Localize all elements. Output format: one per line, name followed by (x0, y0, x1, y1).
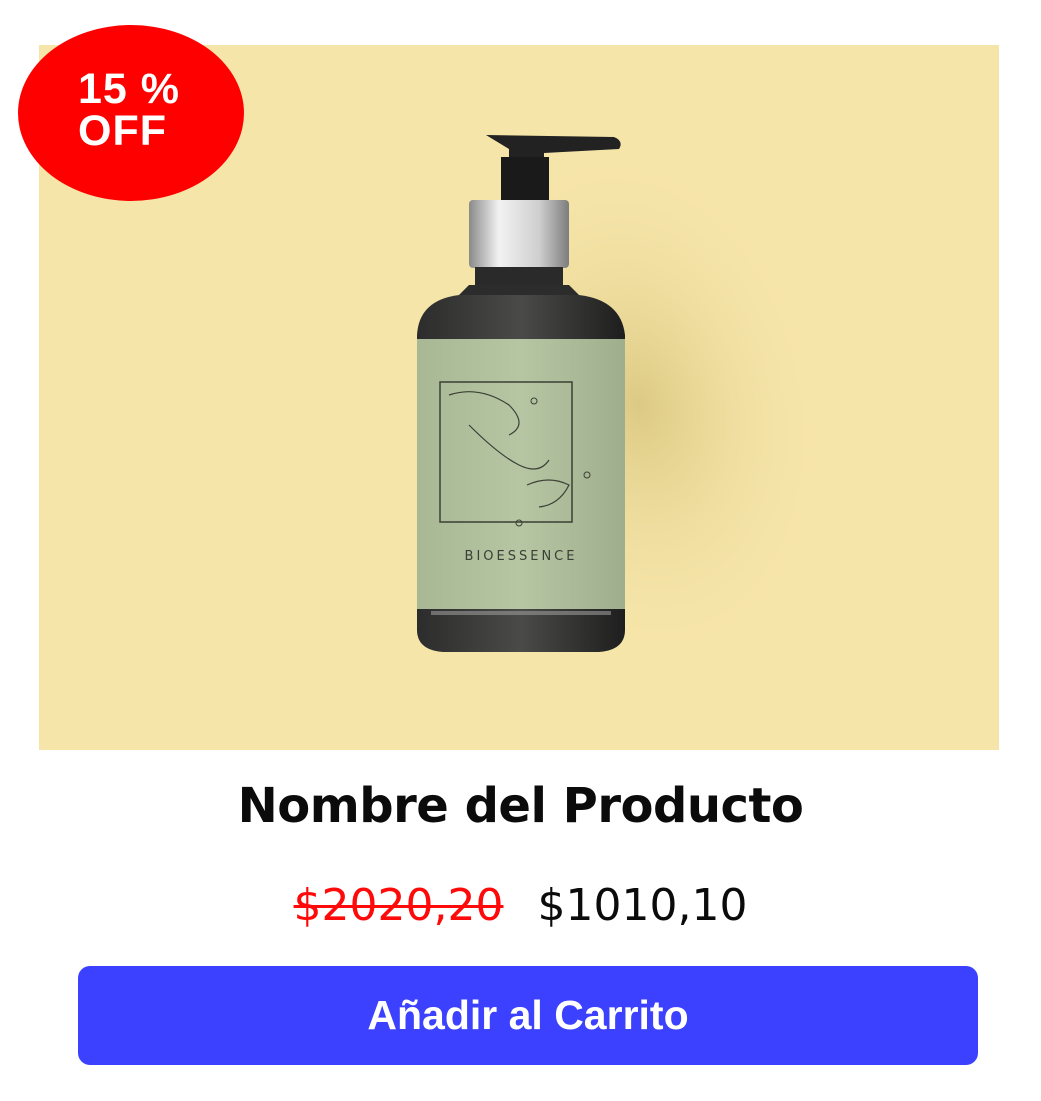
original-price: $2020,20 (293, 880, 504, 931)
add-to-cart-button[interactable]: Añadir al Carrito (78, 966, 978, 1065)
discount-percent: 15 % (78, 65, 181, 113)
discount-badge: 15 % OFF (18, 25, 244, 201)
bottle-brand-text: BIOESSENCE (465, 549, 578, 564)
sale-price: $1010,10 (537, 880, 748, 931)
discount-off: OFF (78, 107, 167, 155)
price-row: $2020,20 $1010,10 (0, 880, 1041, 931)
product-card: BIOESSENCE 15 % OFF Nombre del Producto … (0, 0, 1041, 1101)
product-title: Nombre del Producto (237, 778, 804, 834)
